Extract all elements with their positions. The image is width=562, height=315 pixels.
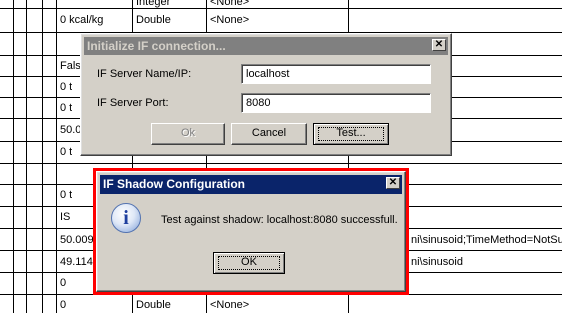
table-cell: 50.0	[60, 124, 82, 136]
server-port-label: IF Server Port:	[97, 97, 169, 109]
table-cell: <None>	[210, 299, 250, 311]
shadow-dialog-title: IF Shadow Configuration	[103, 177, 245, 191]
connection-dialog-title: Initialize IF connection...	[87, 39, 226, 53]
server-name-input[interactable]: localhost	[241, 64, 431, 84]
table-cell: ni\sinusoid;TimeMethod=NotSup	[411, 234, 562, 246]
server-port-input[interactable]: 8080	[241, 93, 431, 113]
focus-rect	[318, 127, 384, 141]
table-cell: Double	[136, 14, 171, 26]
table-cell: 50.009	[60, 234, 94, 246]
focus-rect	[218, 256, 280, 270]
table-cell: 49.114	[60, 256, 93, 268]
grid-line	[0, 163, 562, 164]
table-cell: Fals	[60, 60, 81, 72]
table-cell: 0 t	[60, 146, 73, 158]
test-button[interactable]: Test...	[313, 123, 389, 145]
table-cell: 0	[60, 299, 67, 311]
grid-line	[42, 0, 43, 313]
grid-line	[13, 0, 14, 313]
shadow-dialog: IF Shadow Configuration ✕ i Test against…	[96, 171, 406, 292]
table-cell: 0 t	[60, 102, 73, 114]
grid-line	[0, 8, 562, 9]
table-cell: ni\sinusoid	[411, 256, 463, 268]
info-icon: i	[111, 203, 141, 233]
server-name-label: IF Server Name/IP:	[97, 68, 192, 80]
connection-dialog-titlebar[interactable]: Initialize IF connection... ✕	[84, 37, 448, 55]
table-cell: 0 t	[60, 81, 73, 93]
cancel-button[interactable]: Cancel	[231, 123, 307, 145]
connection-dialog: Initialize IF connection... ✕ IF Server …	[80, 33, 452, 156]
shadow-dialog-titlebar[interactable]: IF Shadow Configuration ✕	[100, 175, 402, 194]
ok-button[interactable]: Ok	[151, 123, 225, 145]
ok-button[interactable]: OK	[213, 252, 285, 274]
table-cell: 0	[60, 277, 67, 289]
table-cell: Double	[136, 299, 171, 311]
message-text: Test against shadow: localhost:8080 succ…	[161, 214, 398, 226]
table-cell: <None>	[210, 14, 250, 26]
grid-line	[56, 0, 57, 313]
table-cell: IS	[60, 211, 71, 223]
grid-line	[26, 0, 27, 313]
close-icon[interactable]: ✕	[386, 177, 400, 189]
close-icon[interactable]: ✕	[432, 39, 446, 51]
table-cell: 0 t	[60, 189, 73, 201]
table-cell: 0 kcal/kg	[60, 14, 104, 26]
